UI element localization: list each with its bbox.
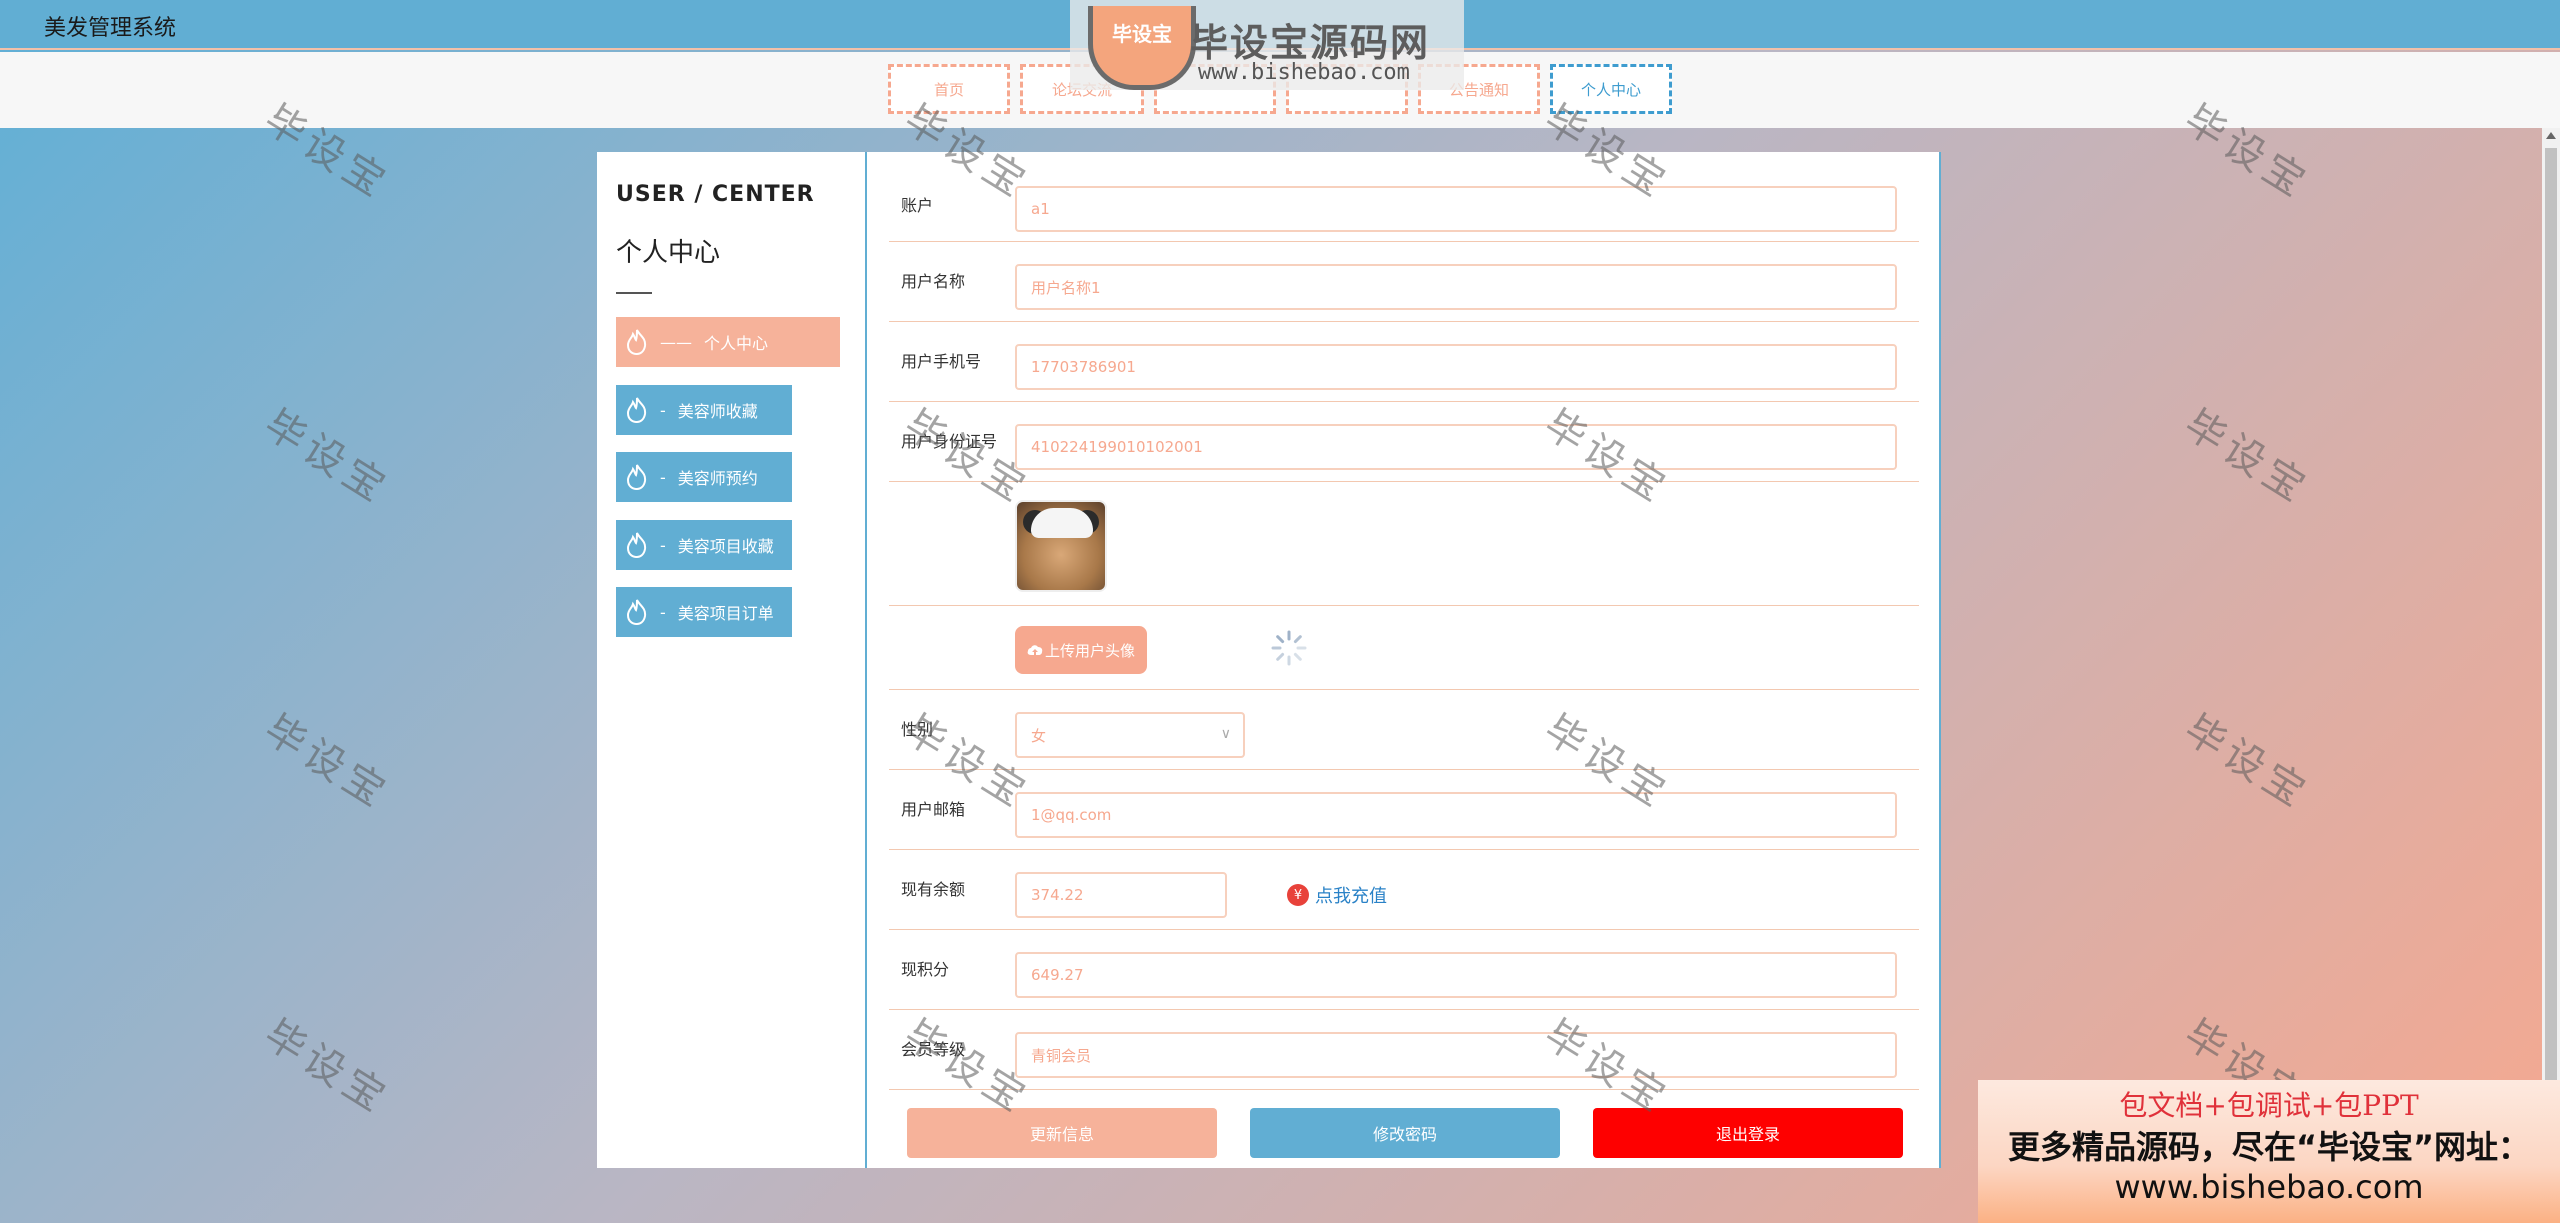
sidebar-item-stylist-favorites[interactable]: - 美容师收藏 xyxy=(616,385,792,435)
sidebar-item-stylist-booking[interactable]: - 美容师预约 xyxy=(616,452,792,502)
sidebar-title-en: USER / CENTER xyxy=(616,182,815,207)
tab-home[interactable]: 首页 xyxy=(888,64,1010,114)
upload-avatar-button[interactable]: 上传用户头像 xyxy=(1015,626,1147,674)
flame-icon xyxy=(626,397,647,424)
yen-coin-icon: ¥ xyxy=(1287,884,1309,906)
form-row-idcard: 用户身份证号 410224199010102001 xyxy=(889,402,1919,482)
sidebar-item-label: 美容师收藏 xyxy=(677,402,758,421)
form-row-phone: 用户手机号 17703786901 xyxy=(889,322,1919,402)
form-row-account: 账户 a1 xyxy=(889,152,1919,242)
balance-label: 现有余额 xyxy=(901,880,966,899)
avatar-towel xyxy=(1031,508,1093,538)
scrollbar[interactable] xyxy=(2542,128,2560,1223)
level-input[interactable]: 青铜会员 xyxy=(1015,1032,1897,1078)
account-input[interactable]: a1 xyxy=(1015,186,1897,232)
form-row-points: 现积分 649.27 xyxy=(889,930,1919,1010)
sidebar-item-user-center[interactable]: —— 个人中心 xyxy=(616,317,840,367)
form-row-balance: 现有余额 374.22 ¥ 点我充值 xyxy=(889,850,1919,930)
scroll-up-icon[interactable] xyxy=(2546,132,2556,139)
username-label: 用户名称 xyxy=(901,272,966,291)
logo-title: 毕设宝源码网 xyxy=(1190,21,1431,65)
recharge-link[interactable]: ¥ 点我充值 xyxy=(1287,882,1387,908)
app-title: 美发管理系统 xyxy=(44,16,177,41)
email-label: 用户邮箱 xyxy=(901,800,966,819)
watermark-text: 毕设宝 xyxy=(256,706,398,819)
level-label: 会员等级 xyxy=(901,1040,966,1059)
balance-input[interactable]: 374.22 xyxy=(1015,872,1227,918)
flame-icon xyxy=(626,599,647,626)
chevron-down-icon: ∨ xyxy=(1220,726,1231,742)
points-label: 现积分 xyxy=(901,960,950,979)
upload-label: 上传用户头像 xyxy=(1044,641,1135,660)
ad-line-3: www.bishebao.com xyxy=(2114,1168,2424,1206)
form-row-email: 用户邮箱 1@qq.com xyxy=(889,770,1919,850)
dash: —— xyxy=(660,332,692,352)
phone-input[interactable]: 17703786901 xyxy=(1015,344,1897,390)
sidebar: USER / CENTER 个人中心 —— 个人中心 - 美容师收藏 - 美容师… xyxy=(597,152,865,1168)
logo-url: www.bishebao.com xyxy=(1198,60,1410,85)
watermark-text: 毕设宝 xyxy=(256,401,398,514)
watermark-text: 毕设宝 xyxy=(256,1011,398,1124)
idcard-input[interactable]: 410224199010102001 xyxy=(1015,424,1897,470)
account-label: 账户 xyxy=(901,196,934,215)
sidebar-item-label: 美容师预约 xyxy=(677,469,758,488)
flame-icon xyxy=(626,464,647,491)
loading-spinner-icon xyxy=(1271,630,1307,666)
dash: - xyxy=(660,400,666,420)
ad-banner: 包文档+包调试+包PPT 更多精品源码，尽在“毕设宝”网址： www.bishe… xyxy=(1978,1080,2560,1223)
dash: - xyxy=(660,535,666,555)
sidebar-item-project-favorites[interactable]: - 美容项目收藏 xyxy=(616,520,792,570)
username-input[interactable]: 用户名称1 xyxy=(1015,264,1897,310)
watermark-text: 毕设宝 xyxy=(2176,706,2318,819)
tab-user-center[interactable]: 个人中心 xyxy=(1550,64,1672,114)
logout-button[interactable]: 退出登录 xyxy=(1593,1108,1903,1158)
gender-value: 女 xyxy=(1031,726,1047,745)
flame-icon xyxy=(626,329,647,356)
sidebar-item-label: 个人中心 xyxy=(704,334,769,353)
form-row-gender: 性别 女 ∨ xyxy=(889,690,1919,770)
form-row-upload: 上传用户头像 xyxy=(889,606,1919,690)
ad-line-2: 更多精品源码，尽在“毕设宝”网址： xyxy=(2007,1128,2531,1166)
watermark-text: 毕设宝 xyxy=(2176,401,2318,514)
sidebar-title-cn: 个人中心 xyxy=(616,238,721,268)
divider xyxy=(616,292,652,294)
form-row-username: 用户名称 用户名称1 xyxy=(889,242,1919,322)
ad-line-1: 包文档+包调试+包PPT xyxy=(2119,1089,2419,1122)
cloud-upload-icon xyxy=(1027,645,1043,655)
sidebar-item-project-orders[interactable]: - 美容项目订单 xyxy=(616,587,792,637)
flame-icon xyxy=(626,532,647,559)
change-password-button[interactable]: 修改密码 xyxy=(1250,1108,1560,1158)
phone-label: 用户手机号 xyxy=(901,352,982,371)
update-info-button[interactable]: 更新信息 xyxy=(907,1108,1217,1158)
logo-badge: 毕设宝 xyxy=(1088,6,1196,90)
form-row-avatar xyxy=(889,482,1919,606)
points-input[interactable]: 649.27 xyxy=(1015,952,1897,998)
dash: - xyxy=(660,467,666,487)
profile-form: 账户 a1 用户名称 用户名称1 用户手机号 17703786901 用户身份证… xyxy=(865,152,1941,1168)
gender-label: 性别 xyxy=(901,720,934,739)
sidebar-item-label: 美容项目收藏 xyxy=(677,537,774,556)
idcard-label: 用户身份证号 xyxy=(901,432,998,451)
recharge-label: 点我充值 xyxy=(1315,886,1387,907)
sidebar-item-label: 美容项目订单 xyxy=(677,604,774,623)
dash: - xyxy=(660,602,666,622)
logo-watermark: 毕设宝 毕设宝源码网 www.bishebao.com xyxy=(1070,0,1464,90)
scrollbar-thumb[interactable] xyxy=(2545,148,2557,1088)
avatar xyxy=(1015,500,1107,592)
gender-select[interactable]: 女 ∨ xyxy=(1015,712,1245,758)
form-row-level: 会员等级 青铜会员 xyxy=(889,1010,1919,1090)
email-input[interactable]: 1@qq.com xyxy=(1015,792,1897,838)
